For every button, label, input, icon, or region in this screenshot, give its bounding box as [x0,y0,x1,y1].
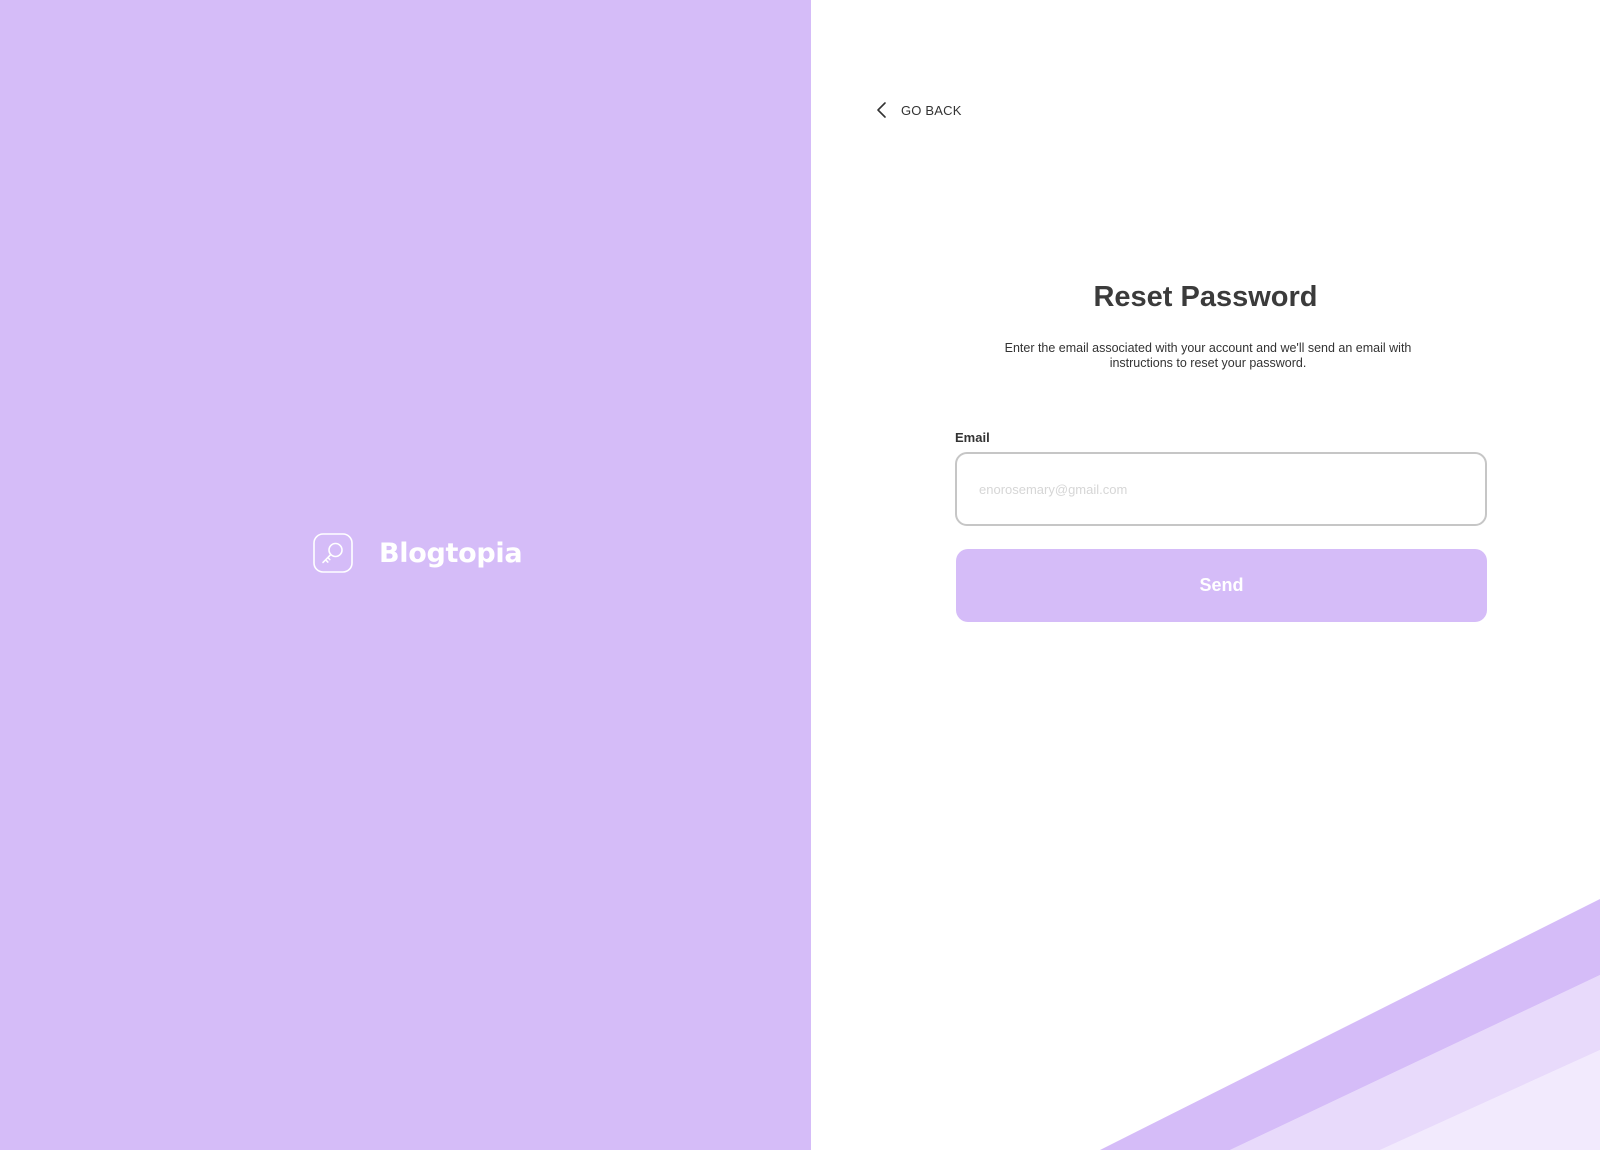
go-back-link[interactable]: GO BACK [875,100,962,120]
chevron-left-icon [877,102,886,118]
key-icon [313,533,353,573]
reset-password-panel: GO BACK Reset Password Enter the email a… [811,0,1600,1150]
go-back-label: GO BACK [901,102,962,118]
send-button[interactable]: Send [956,549,1487,622]
brand-lockup: Blogtopia [313,533,523,573]
page-description: Enter the email associated with your acc… [1004,341,1412,370]
email-field[interactable] [955,452,1487,526]
brand-name: Blogtopia [379,537,523,569]
email-label: Email [955,430,990,445]
brand-panel: Blogtopia [0,0,811,1150]
page-title: Reset Password [1093,281,1318,313]
